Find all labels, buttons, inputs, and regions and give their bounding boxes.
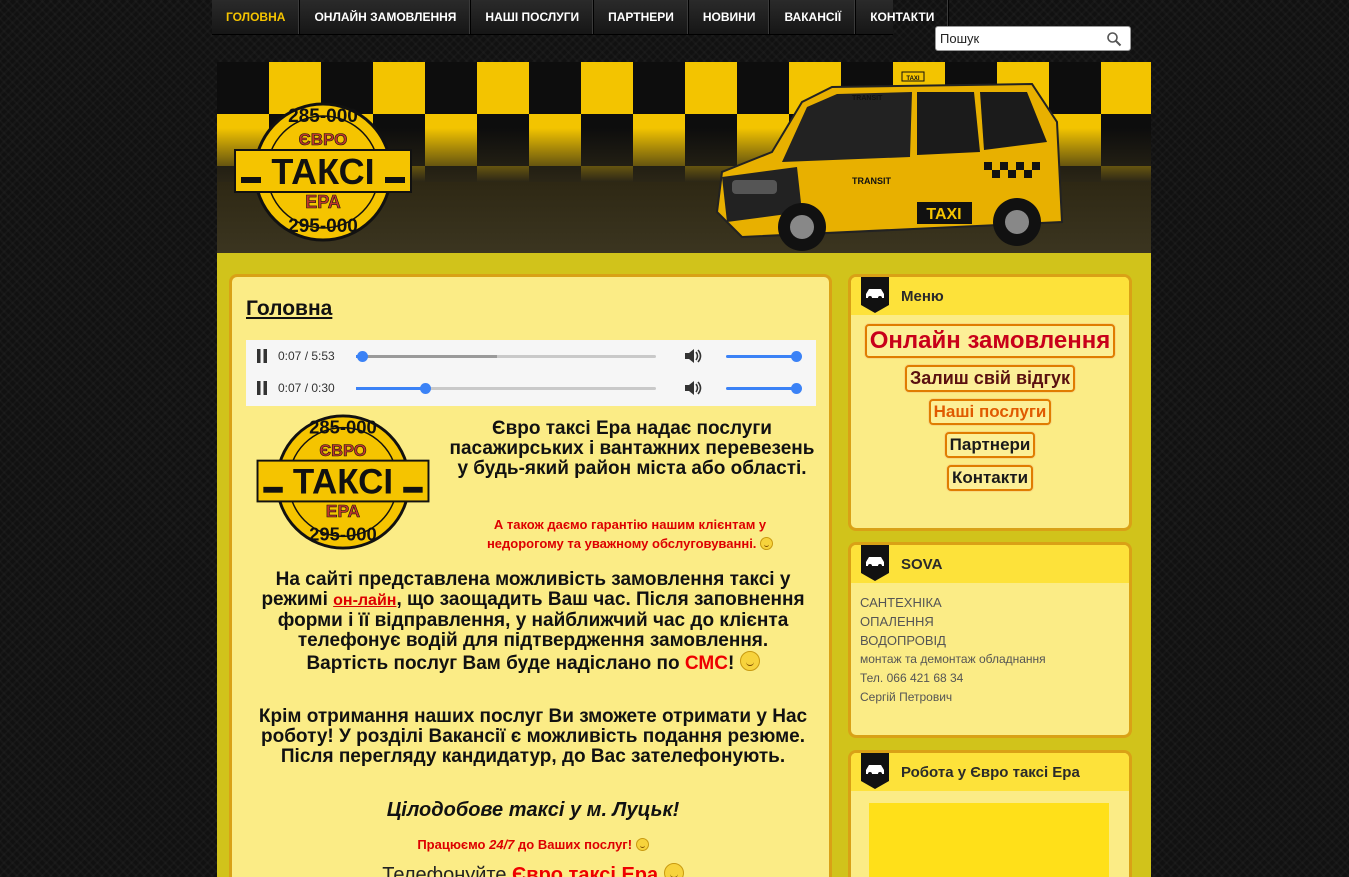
smile-icon [760,537,774,550]
sova-details: САНТЕХНІКА ОПАЛЕННЯ ВОДОПРОВІД монтаж та… [851,583,1129,707]
logo-bottom-number: 295-000 [288,216,358,237]
price-end: ! [727,653,735,674]
van-roof-sign: TAXI [906,76,920,82]
menu-contacts[interactable]: Контакти [946,465,1034,491]
online-link[interactable]: он-лайн [333,592,396,609]
pause-icon[interactable] [256,349,268,368]
volume-knob[interactable] [791,351,802,362]
sidebar-menu-box: Меню Онлайн замовлення Залиш свій відгук… [848,274,1132,531]
car-icon [861,277,889,317]
sidebar-sova-title: SOVA [901,555,943,573]
nav-item-news[interactable]: НОВИНИ [689,0,771,34]
audio-progress-knob[interactable] [420,383,431,394]
volume-slider[interactable] [726,355,796,358]
sidebar-job-title: Робота у Євро таксі Ера [901,763,1080,781]
menu-services[interactable]: Наші послуги [928,399,1052,425]
sova-line: монтаж та демонтаж обладнання [860,652,1046,666]
nav-item-online-order[interactable]: ОНЛАЙН ЗАМОВЛЕННЯ [300,0,472,34]
sova-line: САНТЕХНІКА [860,595,942,610]
sms-text: СМС [684,653,728,674]
call-start: Телефонуйте [382,864,513,877]
volume-slider[interactable] [726,387,796,390]
job-paragraph: Крім отримання наших послуг Ви зможете о… [258,706,808,767]
content-area: Головна 0:07 / 5:53 0:07 / 0:30 285-000 … [217,253,1151,877]
main-content-box: Головна 0:07 / 5:53 0:07 / 0:30 285-000 … [229,274,832,877]
logo-word: ТАКСІ [271,151,374,192]
work-end: до Ваших послуг! [514,837,633,852]
call-text: Телефонуйте Євро таксі Ера [242,863,824,877]
sova-contact-name: Сергій Петрович [860,690,953,704]
taxi-van-image: TAXI TRANSIT TRANSIT TAXI [712,62,1072,253]
logo-top-number: 285-000 [288,106,358,127]
sova-phone: Тел. 066 421 68 34 [860,671,964,685]
van-roof-label: TRANSIT [852,95,883,102]
guarantee-text: А також даємо гарантію нашим клієнтам у … [460,515,800,553]
sidebar-menu-list: Онлайн замовлення Залиш свій відгук Наші… [851,315,1129,498]
volume-icon[interactable] [683,378,703,403]
nav-item-services[interactable]: НАШІ ПОСЛУГИ [471,0,595,34]
logo-sub: ЕРА [326,501,361,521]
intro-text: Євро таксі Ера надає послуги пасажирськи… [449,418,815,479]
sidebar-sova-header: SOVA [851,545,1129,583]
site-logo[interactable]: 285-000 ЄВРО ТАКСІ ЕРА 295-000 [233,102,413,247]
menu-online-order[interactable]: Онлайн замовлення [864,324,1116,358]
sidebar-menu-header: Меню [851,277,1129,315]
logo-bottom-number: 295-000 [309,523,377,544]
menu-feedback[interactable]: Залиш свій відгук [905,365,1075,392]
search-icon[interactable] [1106,31,1122,52]
smile-icon [635,838,649,851]
job-banner[interactable] [869,803,1109,877]
audio-progress-track[interactable] [356,351,656,362]
guarantee-label: А також даємо гарантію нашим клієнтам у … [486,517,767,551]
volume-knob[interactable] [791,383,802,394]
van-taxi-label: TAXI [926,206,961,223]
nav-item-home[interactable]: ГОЛОВНА [212,0,301,34]
audio-time: 0:07 / 0:30 [278,381,335,395]
sova-line: ВОДОПРОВІД [860,633,946,648]
audio-time: 0:07 / 5:53 [278,349,335,363]
logo-top-number: 285-000 [309,416,377,437]
sidebar-job-header: Робота у Євро таксі Ера [851,753,1129,791]
search-box [935,26,1131,51]
search-input[interactable] [940,31,1100,46]
content-logo: 285-000 ЄВРО ТАКСІ ЕРА 295-000 [252,414,434,555]
sidebar-job-box: Робота у Євро таксі Ера [848,750,1132,877]
audio-players: 0:07 / 5:53 0:07 / 0:30 [246,340,816,406]
van-side-label: TRANSIT [852,176,891,186]
car-icon [861,545,889,585]
work-start: Працюємо [417,837,490,852]
sova-line: ОПАЛЕННЯ [860,614,934,629]
audio-buffer-bar [356,355,497,358]
sidebar-sova-box: SOVA САНТЕХНІКА ОПАЛЕННЯ ВОДОПРОВІД монт… [848,542,1132,738]
work-247: 24/7 [489,837,515,852]
audio-player-1: 0:07 / 5:53 [246,340,816,372]
price-start: Вартість послуг Вам буде надіслано по [306,653,685,674]
logo-brand: ЄВРО [299,130,348,149]
call-brand: Євро таксі Ера [512,864,659,877]
audio-progress-track[interactable] [356,383,656,394]
audio-progress-fill [356,387,425,390]
sidebar-menu-title: Меню [901,287,944,305]
wink-icon [663,863,684,877]
work-hours-text: Працюємо 24/7 до Ваших послуг! [242,837,824,852]
car-icon [861,753,889,793]
audio-player-2: 0:07 / 0:30 [246,372,816,404]
volume-icon[interactable] [683,346,703,371]
logo-word: ТАКСІ [293,463,393,502]
top-navigation: ГОЛОВНА ОНЛАЙН ЗАМОВЛЕННЯ НАШІ ПОСЛУГИ П… [212,0,950,35]
audio-progress-knob[interactable] [357,351,368,362]
pause-icon[interactable] [256,381,268,400]
header-banner: 285-000 ЄВРО ТАКСІ ЕРА 295-000 TAXI TRAN… [217,62,1151,253]
logo-sub: ЕРА [305,192,340,212]
page-title: Головна [246,297,333,320]
online-order-paragraph: На сайті представлена можливість замовле… [242,570,824,674]
nav-item-vacancies[interactable]: ВАКАНСІЇ [770,0,857,34]
wink-icon [739,651,760,671]
menu-partners[interactable]: Партнери [944,432,1036,458]
slogan: Цілодобове таксі у м. Луцьк! [386,799,680,821]
nav-item-partners[interactable]: ПАРТНЕРИ [594,0,689,34]
logo-brand: ЄВРО [319,442,366,460]
